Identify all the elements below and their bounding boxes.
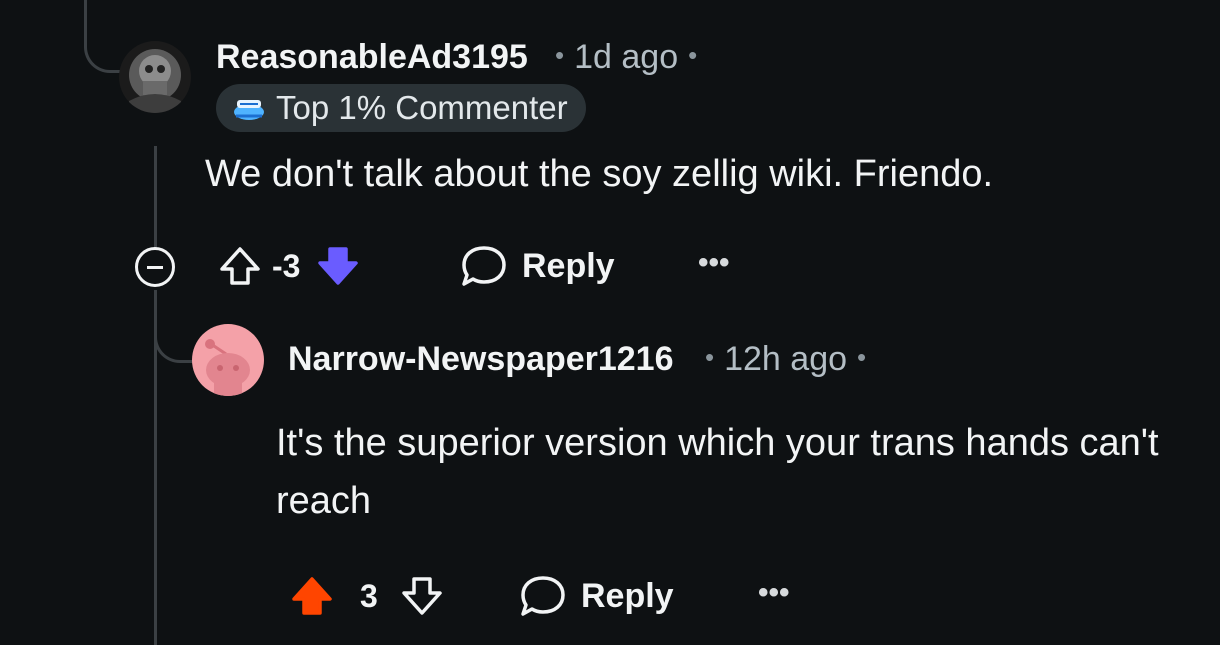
comment-meta: • 1d ago • (545, 38, 707, 77)
comment-body: It's the superior version which your tra… (276, 422, 1159, 522)
comment-body: We don't talk about the soy zellig wiki.… (205, 153, 994, 195)
reply-label: Reply (581, 576, 674, 615)
snoo-avatar-icon (192, 324, 264, 396)
timestamp: 12h ago (724, 340, 848, 378)
reply-icon (521, 576, 565, 616)
username[interactable]: ReasonableAd3195 (216, 38, 528, 77)
vote-score: -3 (272, 247, 301, 284)
avatar[interactable] (192, 324, 264, 396)
avatar-image (119, 41, 191, 113)
upvote-icon[interactable] (218, 244, 262, 288)
vote-group: 3 (290, 574, 444, 618)
thread-connector-1 (84, 0, 125, 73)
vote-group: -3 (218, 244, 360, 288)
separator-dot: • (705, 342, 715, 372)
downvote-icon[interactable] (316, 244, 360, 288)
thread-line-1[interactable] (154, 146, 157, 250)
badge-label: Top 1% Commenter (276, 89, 568, 126)
username[interactable]: Narrow-Newspaper1216 (288, 340, 674, 379)
achievement-badge[interactable]: Top 1% Commenter (216, 84, 586, 132)
thread-connector-2 (154, 290, 197, 363)
upvote-icon[interactable] (290, 574, 334, 618)
vote-score: 3 (360, 577, 378, 614)
more-options-button[interactable]: ••• (758, 576, 790, 610)
reply-icon (462, 246, 506, 286)
top-commenter-icon (234, 100, 264, 120)
reply-label: Reply (522, 246, 615, 285)
timestamp: 1d ago (574, 38, 679, 76)
comment-meta: • 12h ago • (695, 340, 876, 379)
separator-dot: • (688, 40, 698, 70)
reply-button[interactable]: Reply (519, 574, 674, 618)
collapse-thread-button[interactable] (135, 247, 175, 287)
avatar[interactable] (119, 41, 191, 113)
downvote-icon[interactable] (400, 574, 444, 618)
separator-dot: • (857, 342, 867, 372)
more-options-button[interactable]: ••• (698, 246, 730, 280)
reply-button[interactable]: Reply (460, 244, 615, 288)
separator-dot: • (555, 40, 565, 70)
